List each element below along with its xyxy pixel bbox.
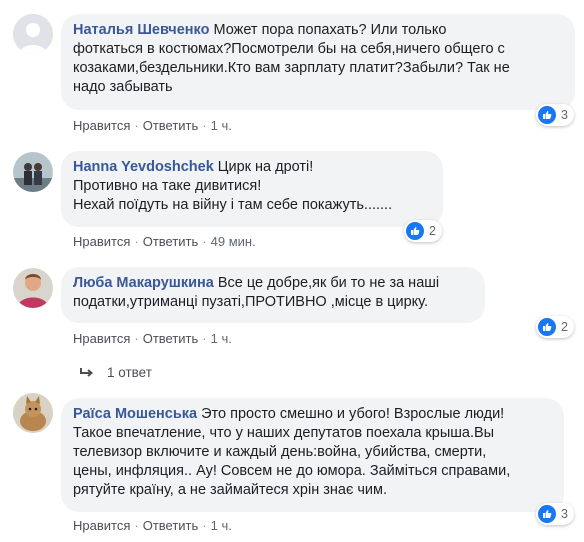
- comment-time[interactable]: 1 ч.: [211, 331, 232, 346]
- comment-author[interactable]: Hanna Yevdoshchek: [73, 159, 214, 175]
- like-link[interactable]: Нравится: [73, 331, 130, 346]
- reaction-number: 3: [561, 507, 568, 521]
- comment-text-line: цены, инфляция.. Ау! Совсем не до юмора.…: [73, 463, 511, 479]
- comment-text-line: телевизор включите и каждый день:война, …: [73, 444, 487, 460]
- comment-text-line: рятуйте країну, а не займайтеся хрін зна…: [73, 482, 388, 498]
- reply-link[interactable]: Ответить: [143, 118, 199, 133]
- reply-link[interactable]: Ответить: [143, 234, 199, 249]
- comment-time[interactable]: 49 мин.: [211, 234, 256, 249]
- comment-bubble: Раїса Мошенська Это просто смешно и убого…: [61, 398, 564, 512]
- comment-actions: Нравится · Ответить · 49 мин.: [73, 234, 256, 249]
- comment-text-line: Все це добре,як би то не за наші: [217, 275, 440, 291]
- like-icon: [538, 505, 556, 523]
- like-link[interactable]: Нравится: [73, 118, 130, 133]
- default-avatar-icon: [13, 14, 53, 54]
- comment-text-line: фоткаться в костюмах?Посмотрели бы на се…: [73, 41, 505, 57]
- like-link[interactable]: Нравится: [73, 234, 130, 249]
- reaction-count[interactable]: 2: [536, 316, 574, 338]
- comment-bubble: Hanna Yevdoshchek Цирк на дроті! Противно…: [61, 151, 443, 227]
- avatar-photo[interactable]: [13, 393, 53, 433]
- comment-text-line: податки,утриманці пузаті,ПРОТИВНО ,місце…: [73, 294, 428, 310]
- comment-text-line: Нехай поїдуть на війну і там себе покажу…: [73, 197, 393, 213]
- reply-link[interactable]: Ответить: [143, 518, 199, 533]
- comment-author[interactable]: Раїса Мошенська: [73, 406, 197, 422]
- avatar-default[interactable]: [13, 14, 53, 54]
- like-icon: [538, 318, 556, 336]
- comment-time[interactable]: 1 ч.: [211, 118, 232, 133]
- comment-text-line: надо забывать: [73, 79, 173, 95]
- couple-photo-icon: [13, 152, 53, 192]
- reply-link[interactable]: Ответить: [143, 331, 199, 346]
- comment-text-line: Такое впечатление, что у наших депутатов…: [73, 425, 495, 441]
- comment-text-line: Может пора попахать? Или только: [213, 22, 447, 38]
- reaction-count[interactable]: 3: [536, 104, 574, 126]
- comment-actions: Нравится · Ответить · 1 ч.: [73, 118, 232, 133]
- comment-text-line: Противно на таке дивитися!: [73, 178, 262, 194]
- reaction-count[interactable]: 2: [404, 220, 442, 242]
- comment-text-line: Это просто смешно и убого! Взрослые люди…: [201, 406, 505, 422]
- like-link[interactable]: Нравится: [73, 518, 130, 533]
- cat-photo-icon: [13, 393, 53, 433]
- like-icon: [406, 222, 424, 240]
- comment-author[interactable]: Наталья Шевченко: [73, 22, 209, 38]
- avatar-photo[interactable]: [13, 268, 53, 308]
- comment-author[interactable]: Люба Макарушкина: [73, 275, 214, 291]
- reaction-number: 2: [429, 224, 436, 238]
- comment-bubble: Люба Макарушкина Все це добре,як би то не…: [61, 267, 485, 323]
- woman-photo-icon: [13, 268, 53, 308]
- reaction-count[interactable]: 3: [536, 503, 574, 525]
- comment-bubble: Наталья Шевченко Может пора попахать? Или…: [61, 14, 575, 110]
- reaction-number: 2: [561, 320, 568, 334]
- comment-actions: Нравится · Ответить · 1 ч.: [73, 331, 232, 346]
- comment-time[interactable]: 1 ч.: [211, 518, 232, 533]
- comment-text-line: Цирк на дроті!: [217, 159, 314, 175]
- reaction-number: 3: [561, 108, 568, 122]
- avatar-photo[interactable]: [13, 152, 53, 192]
- reply-arrow-icon: [80, 367, 94, 377]
- replies-count: 1 ответ: [107, 365, 152, 380]
- comment-actions: Нравится · Ответить · 1 ч.: [73, 518, 232, 533]
- comment-text-line: козаками,бездельники.Кто вам зарплату пл…: [73, 60, 510, 76]
- like-icon: [538, 106, 556, 124]
- view-replies-link[interactable]: 1 ответ: [79, 365, 152, 380]
